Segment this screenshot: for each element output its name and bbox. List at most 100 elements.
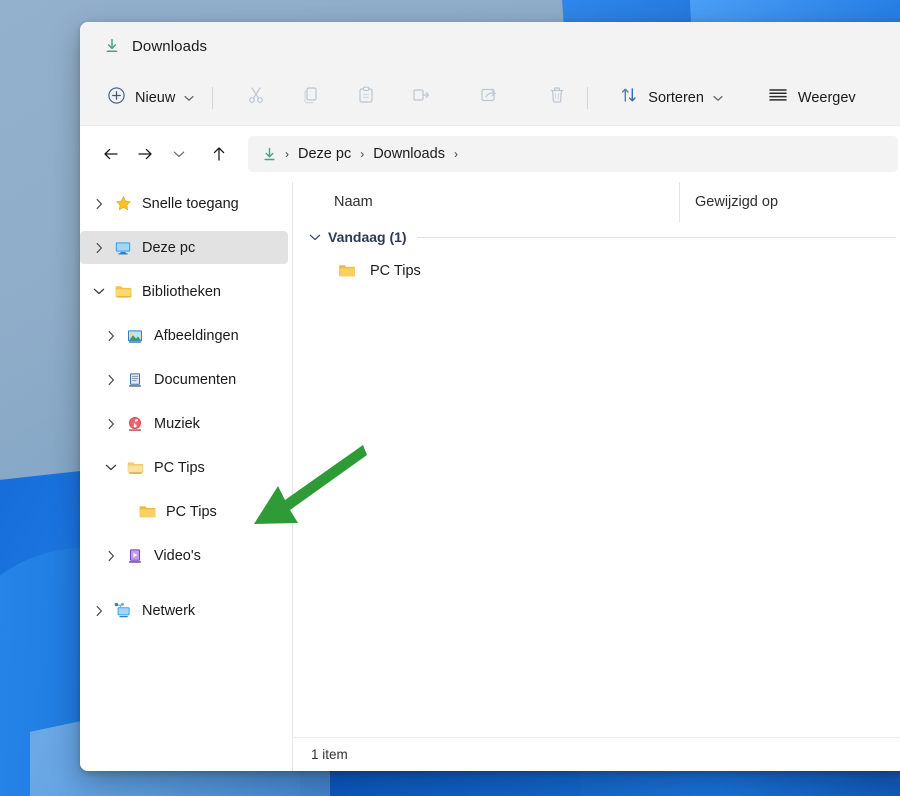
sidebar-item-deze-pc[interactable]: Deze pc xyxy=(80,231,288,264)
address-bar[interactable]: › Deze pc › Downloads › xyxy=(248,136,898,172)
arrow-left-icon xyxy=(104,148,118,160)
sidebar-item-snelle-toegang[interactable]: Snelle toegang xyxy=(80,187,288,220)
column-header-naam[interactable]: Naam xyxy=(293,182,679,222)
view-button[interactable]: Weergev xyxy=(758,80,865,116)
group-divider xyxy=(416,236,896,238)
desktop-background: Downloads Nieuw Sorteren Weergev › Deze … xyxy=(0,0,900,796)
plus-circle-icon xyxy=(107,86,126,110)
sort-button[interactable]: Sorteren xyxy=(610,80,732,116)
chevron-down-icon[interactable] xyxy=(98,463,124,472)
share-icon xyxy=(479,85,499,110)
folder-icon xyxy=(136,503,158,520)
sidebar-item-label: Muziek xyxy=(154,415,200,432)
sidebar-item-label: PC Tips xyxy=(166,503,217,520)
breadcrumb-item-deze-pc[interactable]: Deze pc xyxy=(292,146,357,162)
chevron-right-icon[interactable] xyxy=(98,550,124,562)
paste-button[interactable] xyxy=(345,80,387,116)
cut-button[interactable] xyxy=(235,80,277,116)
sidebar-item-pc-tips-folder[interactable]: PC Tips xyxy=(80,495,288,528)
up-button[interactable] xyxy=(202,137,236,171)
sidebar-item-label: Netwerk xyxy=(142,602,196,619)
sidebar-item-label: Afbeeldingen xyxy=(154,327,239,344)
scissors-icon xyxy=(246,85,266,110)
folder-icon xyxy=(337,262,359,279)
downloads-arrow-icon xyxy=(103,37,121,55)
share-button[interactable] xyxy=(468,80,510,116)
forward-button[interactable] xyxy=(128,137,162,171)
chevron-down-icon[interactable] xyxy=(309,233,321,242)
view-button-label: Weergev xyxy=(797,89,856,106)
sort-button-label: Sorteren xyxy=(648,89,704,106)
sidebar-item-pc-tips-library[interactable]: PC Tips xyxy=(80,451,288,484)
command-bar: Nieuw Sorteren Weergev xyxy=(80,70,900,126)
table-row[interactable]: PC Tips 30-10-2021 11:41 xyxy=(293,252,900,289)
documents-icon xyxy=(124,371,146,389)
sidebar-item-label: Deze pc xyxy=(142,239,196,256)
videos-icon xyxy=(124,547,146,565)
chevron-right-icon[interactable] xyxy=(98,330,124,342)
breadcrumb-separator: › xyxy=(285,147,289,161)
downloads-arrow-icon xyxy=(261,146,278,163)
file-name: PC Tips xyxy=(370,262,421,279)
network-icon xyxy=(112,602,134,620)
chevron-right-icon[interactable] xyxy=(86,242,112,254)
sidebar-item-label: Video's xyxy=(154,547,201,564)
sidebar-item-muziek[interactable]: Muziek xyxy=(80,407,288,440)
group-header-vandaag[interactable]: Vandaag (1) xyxy=(293,222,900,252)
window-title: Downloads xyxy=(132,37,208,55)
back-button[interactable] xyxy=(94,137,128,171)
copy-button[interactable] xyxy=(290,80,332,116)
chevron-down-icon xyxy=(184,89,194,107)
chevron-down-icon xyxy=(173,151,185,157)
sidebar-item-label: Bibliotheken xyxy=(142,283,221,300)
chevron-right-icon[interactable] xyxy=(86,198,112,210)
rename-button[interactable] xyxy=(400,80,442,116)
sidebar-item-label: Snelle toegang xyxy=(142,195,239,212)
chevron-right-icon[interactable] xyxy=(98,418,124,430)
sidebar-item-documenten[interactable]: Documenten xyxy=(80,363,288,396)
folder-library-icon xyxy=(112,283,134,300)
monitor-icon xyxy=(112,239,134,257)
sidebar-item-videos[interactable]: Video's xyxy=(80,539,288,572)
toolbar-divider xyxy=(587,86,589,109)
breadcrumb-separator: › xyxy=(453,147,458,161)
file-explorer-window: Downloads Nieuw Sorteren Weergev › Deze … xyxy=(80,22,900,771)
sidebar-item-label: Documenten xyxy=(154,371,237,388)
breadcrumb-item-downloads[interactable]: Downloads xyxy=(367,146,451,162)
recent-locations-button[interactable] xyxy=(162,137,196,171)
status-bar: 1 item xyxy=(293,737,900,771)
file-list-pane: Naam Gewijzigd op Vandaag (1) PC Tips 1 … xyxy=(293,182,900,771)
new-button[interactable]: Nieuw xyxy=(98,80,203,116)
column-headers: Naam Gewijzigd op xyxy=(293,182,900,222)
paste-icon xyxy=(356,85,376,110)
chevron-down-icon[interactable] xyxy=(86,287,112,296)
title-bar: Downloads xyxy=(80,22,900,70)
copy-icon xyxy=(301,85,321,110)
breadcrumb-separator: › xyxy=(360,147,365,161)
sidebar-item-netwerk[interactable]: Netwerk xyxy=(80,594,288,627)
list-lines-icon xyxy=(767,86,789,109)
arrow-right-icon xyxy=(138,148,152,160)
rename-icon xyxy=(411,85,431,110)
sidebar-item-afbeeldingen[interactable]: Afbeeldingen xyxy=(80,319,288,352)
toolbar-divider xyxy=(212,86,214,109)
group-header-label: Vandaag (1) xyxy=(328,229,407,245)
status-text: 1 item xyxy=(311,747,348,762)
arrow-up-icon xyxy=(213,147,225,161)
library-folder-icon xyxy=(124,459,146,476)
file-list: PC Tips 30-10-2021 11:41 xyxy=(293,252,900,737)
music-icon xyxy=(124,415,146,433)
explorer-body: Snelle toegang Deze pc Bibliotheken Afbe… xyxy=(80,182,900,771)
column-header-gewijzigd-op[interactable]: Gewijzigd op xyxy=(679,182,900,222)
chevron-down-icon xyxy=(713,89,723,107)
trash-icon xyxy=(547,85,567,110)
pictures-icon xyxy=(124,327,146,345)
chevron-right-icon[interactable] xyxy=(98,374,124,386)
sidebar-item-label: PC Tips xyxy=(154,459,205,476)
chevron-right-icon[interactable] xyxy=(86,605,112,617)
star-icon xyxy=(112,195,134,212)
sort-arrows-icon xyxy=(619,85,639,110)
sidebar-item-bibliotheken[interactable]: Bibliotheken xyxy=(80,275,288,308)
delete-button[interactable] xyxy=(536,80,578,116)
address-row: › Deze pc › Downloads › xyxy=(80,126,900,182)
